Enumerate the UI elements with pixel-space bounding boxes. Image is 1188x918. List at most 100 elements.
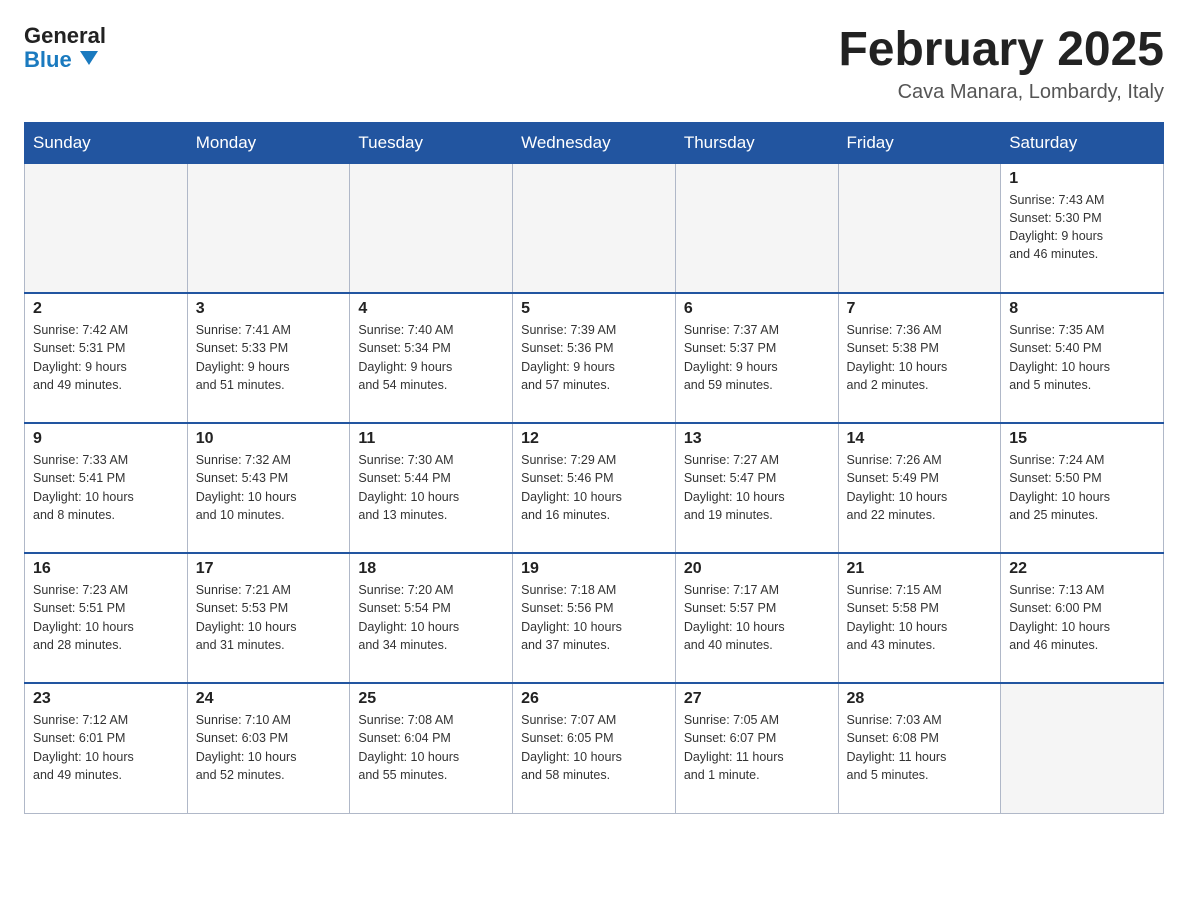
day-info: Sunrise: 7:12 AM Sunset: 6:01 PM Dayligh… (33, 711, 179, 784)
day-info: Sunrise: 7:20 AM Sunset: 5:54 PM Dayligh… (358, 581, 504, 654)
logo: General Blue (24, 24, 106, 72)
table-row (187, 163, 350, 293)
day-info: Sunrise: 7:10 AM Sunset: 6:03 PM Dayligh… (196, 711, 342, 784)
table-row (513, 163, 676, 293)
table-row: 11Sunrise: 7:30 AM Sunset: 5:44 PM Dayli… (350, 423, 513, 553)
day-info: Sunrise: 7:32 AM Sunset: 5:43 PM Dayligh… (196, 451, 342, 524)
day-info: Sunrise: 7:27 AM Sunset: 5:47 PM Dayligh… (684, 451, 830, 524)
day-info: Sunrise: 7:37 AM Sunset: 5:37 PM Dayligh… (684, 321, 830, 394)
day-number: 21 (847, 560, 993, 578)
day-info: Sunrise: 7:17 AM Sunset: 5:57 PM Dayligh… (684, 581, 830, 654)
table-row: 4Sunrise: 7:40 AM Sunset: 5:34 PM Daylig… (350, 293, 513, 423)
day-number: 16 (33, 560, 179, 578)
day-number: 15 (1009, 430, 1155, 448)
day-number: 10 (196, 430, 342, 448)
calendar-week-row: 2 Sunrise: 7:42 AM Sunset: 5:31 PM Daylig… (25, 293, 1164, 423)
table-row (350, 163, 513, 293)
day-number: 5 (521, 300, 667, 318)
header-thursday: Thursday (675, 122, 838, 163)
day-info: Sunrise: 7:23 AM Sunset: 5:51 PM Dayligh… (33, 581, 179, 654)
table-row: 17 Sunrise: 7:21 AM Sunset: 5:53 PM Dayli… (187, 553, 350, 683)
table-row: 15 Sunrise: 7:24 AM Sunset: 5:50 PM Dayli… (1001, 423, 1164, 553)
day-info: Sunrise: 7:21 AM Sunset: 5:53 PM Dayligh… (196, 581, 342, 654)
day-info: Sunrise: 7:07 AM Sunset: 6:05 PM Dayligh… (521, 711, 667, 784)
day-number: 27 (684, 690, 830, 708)
calendar-week-row: 16 Sunrise: 7:23 AM Sunset: 5:51 PM Dayli… (25, 553, 1164, 683)
table-row: 28 Sunrise: 7:03 AM Sunset: 6:08 PM Dayli… (838, 683, 1001, 813)
day-number: 28 (847, 690, 993, 708)
day-number: 26 (521, 690, 667, 708)
day-info: Sunrise: 7:03 AM Sunset: 6:08 PM Dayligh… (847, 711, 993, 784)
day-info: Sunrise: 7:40 AM Sunset: 5:34 PM Dayligh… (358, 321, 504, 394)
day-number: 22 (1009, 560, 1155, 578)
table-row: 21 Sunrise: 7:15 AM Sunset: 5:58 PM Dayli… (838, 553, 1001, 683)
table-row: 20 Sunrise: 7:17 AM Sunset: 5:57 PM Dayli… (675, 553, 838, 683)
day-info: Sunrise: 7:43 AM Sunset: 5:30 PM Dayligh… (1009, 191, 1155, 264)
table-row: 24 Sunrise: 7:10 AM Sunset: 6:03 PM Dayli… (187, 683, 350, 813)
calendar-week-row: 9 Sunrise: 7:33 AM Sunset: 5:41 PM Daylig… (25, 423, 1164, 553)
day-info: Sunrise: 7:36 AM Sunset: 5:38 PM Dayligh… (847, 321, 993, 394)
table-row (25, 163, 188, 293)
header-saturday: Saturday (1001, 122, 1164, 163)
day-number: 2 (33, 300, 179, 318)
header-sunday: Sunday (25, 122, 188, 163)
day-info: Sunrise: 7:08 AM Sunset: 6:04 PM Dayligh… (358, 711, 504, 784)
table-row (675, 163, 838, 293)
day-number: 24 (196, 690, 342, 708)
table-row: 10 Sunrise: 7:32 AM Sunset: 5:43 PM Dayli… (187, 423, 350, 553)
logo-general: General (24, 24, 106, 48)
day-info: Sunrise: 7:35 AM Sunset: 5:40 PM Dayligh… (1009, 321, 1155, 394)
header-monday: Monday (187, 122, 350, 163)
day-number: 9 (33, 430, 179, 448)
day-info: Sunrise: 7:41 AM Sunset: 5:33 PM Dayligh… (196, 321, 342, 394)
day-number: 23 (33, 690, 179, 708)
table-row: 7 Sunrise: 7:36 AM Sunset: 5:38 PM Daylig… (838, 293, 1001, 423)
day-number: 3 (196, 300, 342, 318)
day-number: 25 (358, 690, 504, 708)
table-row: 22 Sunrise: 7:13 AM Sunset: 6:00 PM Dayli… (1001, 553, 1164, 683)
day-number: 14 (847, 430, 993, 448)
table-row: 2 Sunrise: 7:42 AM Sunset: 5:31 PM Daylig… (25, 293, 188, 423)
calendar-title: February 2025 (838, 24, 1164, 77)
table-row: 26 Sunrise: 7:07 AM Sunset: 6:05 PM Dayli… (513, 683, 676, 813)
day-info: Sunrise: 7:33 AM Sunset: 5:41 PM Dayligh… (33, 451, 179, 524)
day-number: 1 (1009, 170, 1155, 188)
day-info: Sunrise: 7:15 AM Sunset: 5:58 PM Dayligh… (847, 581, 993, 654)
day-number: 8 (1009, 300, 1155, 318)
day-info: Sunrise: 7:42 AM Sunset: 5:31 PM Dayligh… (33, 321, 179, 394)
table-row: 8 Sunrise: 7:35 AM Sunset: 5:40 PM Daylig… (1001, 293, 1164, 423)
table-row: 6 Sunrise: 7:37 AM Sunset: 5:37 PM Daylig… (675, 293, 838, 423)
day-number: 6 (684, 300, 830, 318)
day-info: Sunrise: 7:29 AM Sunset: 5:46 PM Dayligh… (521, 451, 667, 524)
title-block: February 2025 Cava Manara, Lombardy, Ita… (838, 24, 1164, 104)
table-row: 18Sunrise: 7:20 AM Sunset: 5:54 PM Dayli… (350, 553, 513, 683)
day-number: 19 (521, 560, 667, 578)
table-row: 3 Sunrise: 7:41 AM Sunset: 5:33 PM Daylig… (187, 293, 350, 423)
calendar-week-row: 1 Sunrise: 7:43 AM Sunset: 5:30 PM Daylig… (25, 163, 1164, 293)
table-row: 23 Sunrise: 7:12 AM Sunset: 6:01 PM Dayli… (25, 683, 188, 813)
calendar-week-row: 23 Sunrise: 7:12 AM Sunset: 6:01 PM Dayli… (25, 683, 1164, 813)
table-row: 1 Sunrise: 7:43 AM Sunset: 5:30 PM Daylig… (1001, 163, 1164, 293)
day-info: Sunrise: 7:30 AM Sunset: 5:44 PM Dayligh… (358, 451, 504, 524)
table-row (1001, 683, 1164, 813)
day-info: Sunrise: 7:24 AM Sunset: 5:50 PM Dayligh… (1009, 451, 1155, 524)
day-number: 7 (847, 300, 993, 318)
table-row: 5Sunrise: 7:39 AM Sunset: 5:36 PM Daylig… (513, 293, 676, 423)
page-header: General Blue February 2025 Cava Manara, … (24, 24, 1164, 104)
weekday-header-row: Sunday Monday Tuesday Wednesday Thursday… (25, 122, 1164, 163)
table-row: 13 Sunrise: 7:27 AM Sunset: 5:47 PM Dayli… (675, 423, 838, 553)
header-friday: Friday (838, 122, 1001, 163)
day-number: 20 (684, 560, 830, 578)
table-row: 19Sunrise: 7:18 AM Sunset: 5:56 PM Dayli… (513, 553, 676, 683)
header-tuesday: Tuesday (350, 122, 513, 163)
table-row: 16 Sunrise: 7:23 AM Sunset: 5:51 PM Dayli… (25, 553, 188, 683)
day-info: Sunrise: 7:13 AM Sunset: 6:00 PM Dayligh… (1009, 581, 1155, 654)
day-number: 13 (684, 430, 830, 448)
day-number: 17 (196, 560, 342, 578)
table-row: 25 Sunrise: 7:08 AM Sunset: 6:04 PM Dayli… (350, 683, 513, 813)
header-wednesday: Wednesday (513, 122, 676, 163)
logo-triangle-icon (80, 51, 98, 65)
day-number: 12 (521, 430, 667, 448)
table-row: 27 Sunrise: 7:05 AM Sunset: 6:07 PM Dayli… (675, 683, 838, 813)
day-info: Sunrise: 7:05 AM Sunset: 6:07 PM Dayligh… (684, 711, 830, 784)
